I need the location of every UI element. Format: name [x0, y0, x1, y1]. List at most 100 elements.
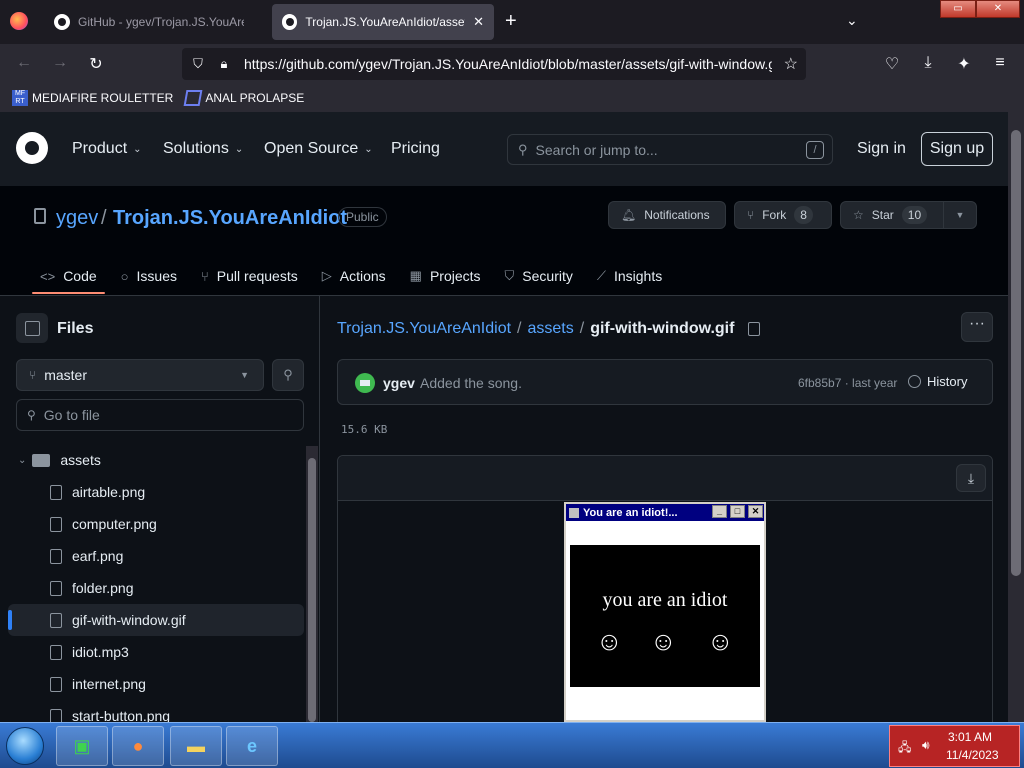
- gif-window-titlebar: You are an idiot!... _ □ ✕: [566, 504, 764, 521]
- scrollbar-thumb[interactable]: [308, 458, 316, 722]
- tab-pull-requests[interactable]: ⑂ Pull requests: [193, 258, 306, 294]
- tree-file[interactable]: internet.png: [8, 668, 304, 700]
- pocket-icon[interactable]: ♡: [882, 54, 902, 74]
- taskbar-app-green[interactable]: ▣: [56, 726, 108, 766]
- file-icon: [50, 676, 62, 692]
- tab-insights[interactable]: ⟋ Insights: [589, 258, 670, 294]
- tree-file-selected[interactable]: gif-with-window.gif: [8, 604, 304, 636]
- tracking-shield-icon[interactable]: ⛉: [188, 56, 208, 72]
- url-text[interactable]: https://github.com/ygev/Trojan.JS.YouAre…: [244, 56, 772, 72]
- tree-file[interactable]: folder.png: [8, 572, 304, 604]
- nav-product[interactable]: Product ⌄: [72, 140, 142, 158]
- extensions-icon[interactable]: ✦: [954, 54, 974, 74]
- github-favicon-icon: [54, 14, 70, 30]
- search-input[interactable]: ⚲ Search or jump to... /: [507, 134, 833, 165]
- volume-icon[interactable]: 🔊︎: [922, 738, 930, 753]
- tab-projects[interactable]: ▦ Projects: [402, 258, 489, 294]
- gif-preview: You are an idiot!... _ □ ✕ you are an id…: [564, 502, 766, 722]
- gif-window-title: You are an idiot!...: [583, 506, 678, 519]
- tab-issues[interactable]: ○ Issues: [113, 258, 185, 294]
- chevron-down-icon: ⌄: [364, 143, 373, 155]
- nav-pricing[interactable]: Pricing: [391, 140, 440, 158]
- tree-folder-assets[interactable]: ⌄ assets: [8, 444, 304, 476]
- tree-file[interactable]: start-button.png: [8, 700, 304, 722]
- history-button[interactable]: History: [908, 374, 967, 389]
- tab-title: GitHub - ygev/Trojan.JS.YouAreAnIdiot: [78, 15, 244, 29]
- bookmark-label: MEDIAFIRE ROULETTER: [32, 91, 174, 105]
- restore-window-button[interactable]: ▭: [940, 0, 976, 18]
- tab-actions[interactable]: ▷ Actions: [314, 258, 394, 294]
- close-icon: ✕: [748, 505, 763, 518]
- forward-icon[interactable]: →: [50, 54, 70, 72]
- tab-security[interactable]: ⛉ Security: [497, 258, 581, 294]
- github-logo-icon[interactable]: [16, 132, 48, 164]
- sidebar-scrollbar[interactable]: [306, 446, 318, 722]
- breadcrumb-folder-link[interactable]: assets: [527, 320, 573, 338]
- clock-date[interactable]: 11/4/2023: [946, 748, 999, 762]
- browser-tabstrip: GitHub - ygev/Trojan.JS.YouAreAnIdiot Tr…: [0, 0, 1024, 44]
- caret-down-icon: ▼: [955, 210, 965, 220]
- close-tab-icon[interactable]: ✕: [473, 14, 484, 30]
- new-tab-button[interactable]: +: [505, 10, 517, 33]
- search-icon: ⚲: [283, 367, 293, 382]
- sign-in-link[interactable]: Sign in: [857, 140, 906, 158]
- browser-navbar: ← → ↻ ⛉ 🔒︎ https://github.com/ygev/Troja…: [0, 44, 1024, 84]
- commit-author[interactable]: ygev: [383, 375, 415, 391]
- reload-icon[interactable]: ↻: [86, 54, 106, 74]
- tree-file[interactable]: idiot.mp3: [8, 636, 304, 668]
- more-options-button[interactable]: ···: [961, 312, 993, 342]
- list-tabs-chevron-icon[interactable]: ⌄: [846, 12, 858, 29]
- tab-gif-file[interactable]: Trojan.JS.YouAreAnIdiot/assets/gif-with-…: [272, 4, 494, 40]
- search-icon: ⚲: [518, 141, 528, 157]
- repo-icon: [34, 208, 46, 224]
- back-icon[interactable]: ←: [14, 54, 34, 72]
- firefox-icon: ●: [132, 735, 144, 756]
- repo-owner-link[interactable]: ygev: [56, 207, 98, 230]
- tab-code[interactable]: <> Code: [32, 258, 105, 294]
- bookmark-star-icon[interactable]: ☆: [784, 54, 798, 74]
- bookmark-mediafire[interactable]: MF RT MEDIAFIRE ROULETTER: [12, 90, 173, 106]
- nav-solutions[interactable]: Solutions ⌄: [163, 140, 243, 158]
- address-bar[interactable]: ⛉ 🔒︎ https://github.com/ygev/Trojan.JS.Y…: [182, 48, 806, 80]
- avatar[interactable]: [355, 373, 375, 393]
- network-icon[interactable]: 🖧︎: [898, 738, 911, 759]
- smiley-icon: ☺: [650, 626, 677, 656]
- repo-name-link[interactable]: Trojan.JS.YouAreAnIdiot: [113, 207, 347, 230]
- tree-file[interactable]: airtable.png: [8, 476, 304, 508]
- file-size: 15.6 KB: [341, 423, 388, 436]
- commit-sha-time[interactable]: 6fb85b7 · last year: [798, 376, 897, 390]
- taskbar-firefox[interactable]: ●: [112, 726, 164, 766]
- search-files-button[interactable]: ⚲: [272, 359, 304, 391]
- branch-selector[interactable]: ⑂ master ▼: [16, 359, 264, 391]
- page-scrollbar-thumb[interactable]: [1011, 130, 1021, 576]
- tree-file[interactable]: earf.png: [8, 540, 304, 572]
- notifications-button[interactable]: 🔔︎ Notifications: [608, 201, 726, 229]
- copy-path-icon[interactable]: [748, 322, 761, 336]
- tab-github-repo[interactable]: GitHub - ygev/Trojan.JS.YouAreAnIdiot: [44, 4, 272, 40]
- nav-open-source[interactable]: Open Source ⌄: [264, 140, 373, 158]
- downloads-icon[interactable]: ⤓: [918, 54, 938, 72]
- latest-commit: ygev Added the song. 6fb85b7 · last year…: [337, 359, 993, 405]
- page-scrollbar[interactable]: [1008, 112, 1024, 722]
- fork-button[interactable]: ⑂ Fork 8: [734, 201, 832, 229]
- star-button[interactable]: ☆ Star 10: [840, 201, 944, 229]
- go-to-file-input[interactable]: ⚲ Go to file: [16, 399, 304, 431]
- taskbar-ie[interactable]: e: [226, 726, 278, 766]
- start-button[interactable]: [6, 727, 44, 765]
- menu-icon[interactable]: ≡: [990, 54, 1010, 72]
- sign-up-button[interactable]: Sign up: [921, 132, 993, 166]
- folder-icon: [32, 453, 51, 467]
- bookmark-second[interactable]: ANAL PROLAPSE: [183, 90, 304, 106]
- firefox-icon[interactable]: [10, 12, 28, 30]
- lock-icon[interactable]: 🔒︎: [214, 56, 234, 72]
- close-window-button[interactable]: ✕: [976, 0, 1020, 18]
- download-icon[interactable]: ⤓: [956, 464, 986, 492]
- collapse-sidebar-icon[interactable]: [16, 313, 48, 343]
- commit-message[interactable]: Added the song.: [420, 375, 522, 391]
- taskbar-explorer[interactable]: ▬: [170, 726, 222, 766]
- star-dropdown-button[interactable]: ▼: [943, 201, 977, 229]
- clock-time[interactable]: 3:01 AM: [948, 730, 992, 744]
- chat-app-icon: ▣: [73, 735, 91, 756]
- breadcrumb-repo-link[interactable]: Trojan.JS.YouAreAnIdiot: [337, 320, 511, 338]
- tree-file[interactable]: computer.png: [8, 508, 304, 540]
